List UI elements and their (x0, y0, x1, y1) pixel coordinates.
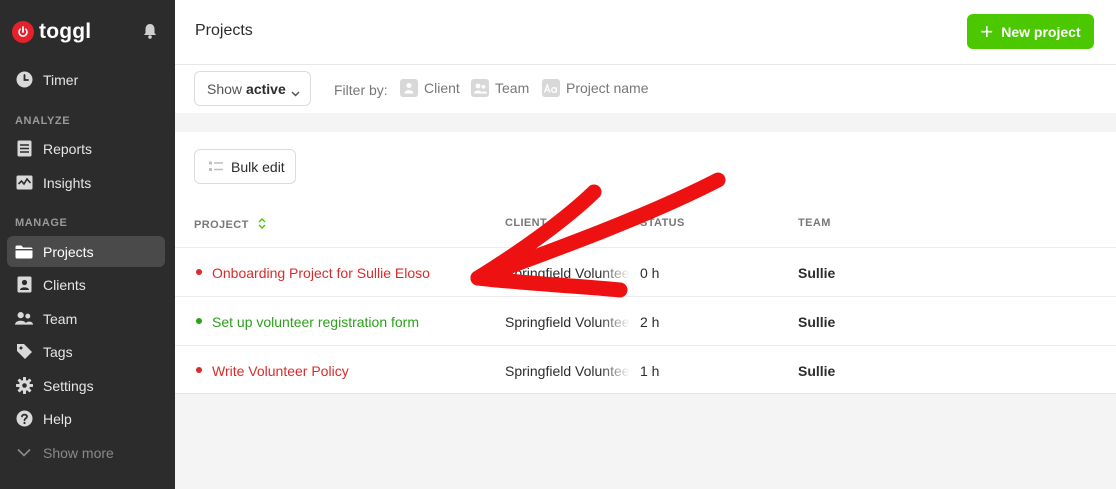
sidebar-item-help[interactable]: Help (7, 403, 165, 434)
sidebar-item-insights[interactable]: Insights (7, 167, 165, 198)
brand-name: toggl (39, 20, 92, 43)
bell-icon[interactable] (142, 22, 158, 45)
gear-icon (15, 377, 33, 395)
chevron-down-icon (291, 84, 300, 100)
sidebar-item-label: Show more (43, 444, 114, 461)
filter-client[interactable]: Client (400, 79, 460, 97)
page-title: Projects (195, 22, 253, 39)
text-filter-icon (542, 79, 560, 97)
sidebar-item-clients[interactable]: Clients (7, 269, 165, 300)
project-color-dot (196, 318, 202, 324)
tag-icon (15, 343, 33, 361)
sidebar-item-label: Settings (43, 377, 94, 394)
column-header-label: PROJECT (194, 218, 249, 231)
sidebar-item-label: Clients (43, 276, 86, 293)
project-color-dot (196, 269, 202, 275)
help-icon (15, 410, 33, 428)
sidebar-item-reports[interactable]: Reports (7, 133, 165, 164)
sidebar-item-label: Tags (43, 343, 73, 360)
project-hours: 2 h (640, 314, 660, 330)
sort-icon (258, 218, 266, 233)
filter-label-project-name: Project name (566, 80, 649, 96)
plus-icon: + (980, 18, 994, 44)
project-name[interactable]: Set up volunteer registration form (212, 314, 437, 330)
table-row[interactable]: Write Volunteer Policy Springfield Volun… (175, 345, 1116, 394)
project-color-dot (196, 367, 202, 373)
team-member: Sullie (798, 265, 836, 281)
sidebar-item-timer[interactable]: Timer (7, 64, 165, 95)
filter-by-label: Filter by: (334, 82, 388, 98)
client-icon (15, 276, 33, 294)
show-value: active (246, 80, 286, 97)
filter-label-team: Team (495, 80, 530, 96)
project-name[interactable]: Onboarding Project for Sullie Eloso (212, 265, 437, 281)
sidebar-item-label: Help (43, 410, 72, 427)
team-member: Sullie (798, 363, 836, 379)
sidebar-item-show-more[interactable]: Show more (7, 437, 165, 468)
table-row[interactable]: Set up volunteer registration form Sprin… (175, 296, 1116, 345)
sidebar-item-label: Team (43, 310, 78, 327)
sidebar-item-tags[interactable]: Tags (7, 336, 165, 367)
column-header-client[interactable]: CLIENT (505, 217, 547, 229)
new-project-button[interactable]: + New project (967, 14, 1094, 49)
project-hours: 1 h (640, 363, 660, 379)
sidebar-item-projects[interactable]: Projects (7, 236, 165, 267)
column-header-team[interactable]: TEAM (798, 217, 831, 229)
logo[interactable]: toggl (12, 20, 162, 44)
new-project-label: New project (1001, 23, 1081, 40)
team-icon (15, 310, 33, 328)
reports-icon (15, 140, 33, 158)
sidebar-item-settings[interactable]: Settings (7, 370, 165, 401)
project-hours: 0 h (640, 265, 660, 281)
team-filter-icon (471, 79, 489, 97)
folder-icon (15, 243, 33, 261)
sidebar-item-label: Insights (43, 174, 92, 191)
bulk-edit-button[interactable]: Bulk edit (194, 149, 296, 184)
team-member: Sullie (798, 314, 836, 330)
show-status-dropdown[interactable]: Show active (194, 71, 311, 106)
sidebar-item-label: Reports (43, 140, 93, 157)
clock-icon (15, 71, 33, 89)
filter-label-client: Client (424, 80, 460, 96)
list-icon (209, 159, 223, 175)
projects-panel: Bulk edit PROJECT CLIENT STATUS TEAM Onb… (175, 132, 1116, 394)
section-label-analyze: ANALYZE (15, 115, 71, 127)
project-name[interactable]: Write Volunteer Policy (212, 363, 437, 379)
filter-bar: Show active Filter by: Client Team Proje… (175, 65, 1116, 113)
filter-project-name[interactable]: Project name (542, 79, 648, 97)
client-name: Springfield Volunteer (505, 265, 630, 281)
client-name: Springfield Volunteer (505, 363, 630, 379)
insights-icon (15, 174, 33, 192)
section-label-manage: MANAGE (15, 217, 68, 229)
filter-team[interactable]: Team (471, 79, 529, 97)
client-filter-icon (400, 79, 418, 97)
client-name: Springfield Volunteer (505, 314, 630, 330)
sidebar-item-team[interactable]: Team (7, 303, 165, 334)
page-header: Projects + New project (175, 0, 1116, 65)
bulk-edit-label: Bulk edit (231, 158, 285, 175)
column-header-status[interactable]: STATUS (640, 217, 685, 229)
show-prefix: Show (207, 80, 243, 97)
sidebar-item-label: Projects (43, 243, 94, 260)
chevron-down-icon (15, 444, 33, 462)
column-header-project[interactable]: PROJECT (194, 217, 266, 233)
sidebar-item-label: Timer (43, 71, 79, 88)
toggl-power-icon (12, 21, 34, 43)
sidebar: toggl Timer ANALYZE Reports Insights MAN… (0, 0, 175, 489)
table-row[interactable]: Onboarding Project for Sullie Eloso Spri… (175, 247, 1116, 296)
